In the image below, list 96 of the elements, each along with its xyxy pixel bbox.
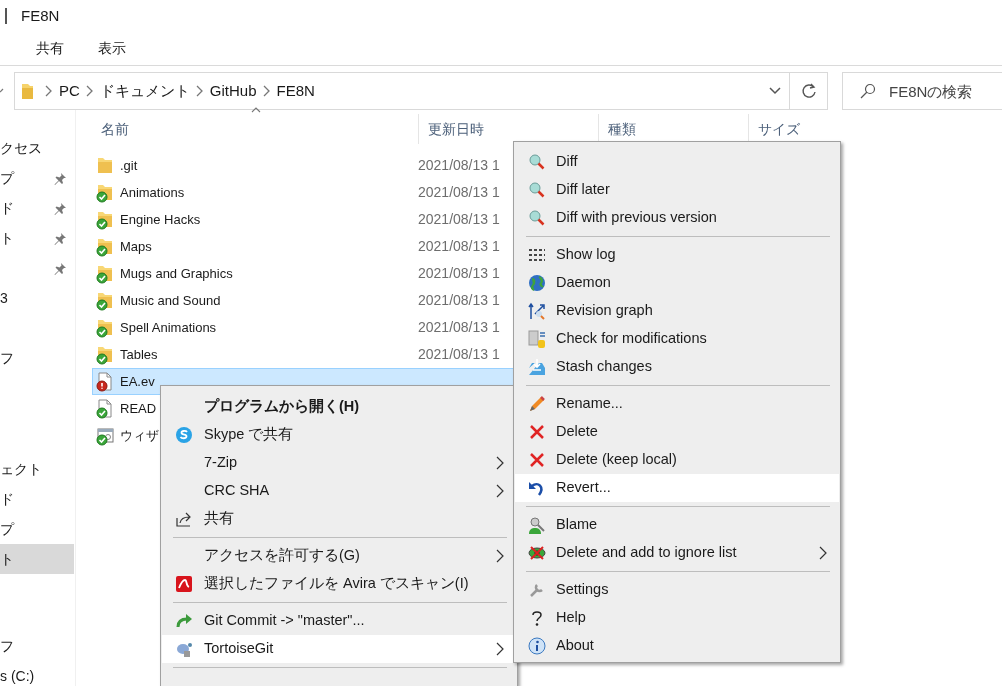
menu-item[interactable]: Skype で共有 — [162, 421, 516, 449]
file-name[interactable]: Music and Sound — [120, 290, 221, 311]
nav-item[interactable]: ト — [0, 227, 14, 249]
graph-icon — [528, 302, 546, 320]
breadcrumb[interactable]: GitHub — [203, 79, 263, 103]
info-icon — [528, 637, 546, 655]
folder-icon — [21, 82, 33, 100]
date-cell-text: 2021/08/13 1 — [417, 210, 500, 229]
menu-item[interactable]: 選択したファイルを Avira でスキャン(I) — [162, 570, 516, 598]
menu-item[interactable]: Check for modifications — [515, 325, 839, 353]
menu-item[interactable]: 共有 — [162, 505, 516, 533]
column-header[interactable]: 名前 — [92, 114, 418, 144]
date-cell-text: 2021/08/13 1 — [417, 183, 500, 202]
menu-item[interactable]: Blame — [515, 511, 839, 539]
ribbon-tab[interactable]: 表示 — [98, 38, 126, 59]
menu-item[interactable]: Delete and add to ignore list — [515, 539, 839, 567]
nav-item[interactable]: ト — [0, 544, 74, 574]
search-field[interactable]: FE8Nの検索 — [842, 72, 1002, 110]
person-icon — [528, 516, 546, 534]
menu-item[interactable]: Diff later — [515, 176, 839, 204]
share-icon — [175, 510, 193, 528]
nav-item[interactable]: 3 — [0, 287, 8, 309]
date-cell-text: 2021/08/13 1 — [417, 237, 500, 256]
nav-item[interactable]: プ — [0, 167, 14, 189]
curved-arrow-icon — [175, 612, 193, 630]
file-name[interactable]: READ — [120, 398, 157, 419]
wrench-icon — [528, 581, 546, 599]
pencil-icon — [528, 395, 546, 413]
document-icon — [528, 330, 546, 348]
magnifier-icon — [528, 209, 546, 227]
menu-item[interactable]: Show log — [515, 241, 839, 269]
address-bar[interactable]: PC ドキュメント GitHub FE8N — [14, 72, 790, 110]
menu-item[interactable]: Settings — [515, 576, 839, 604]
breadcrumb[interactable]: ドキュメント — [93, 79, 196, 103]
nav-item[interactable]: s (C:) — [0, 665, 35, 686]
menu-item[interactable]: Diff — [515, 148, 839, 176]
menu-item[interactable]: CRC SHA — [162, 477, 516, 505]
nav-item[interactable]: ェクト — [0, 458, 42, 480]
menu-item[interactable]: Revert... — [515, 474, 839, 502]
search-icon — [860, 83, 876, 99]
menu-item[interactable]: 7-Zip — [162, 449, 516, 477]
lines-icon — [528, 246, 546, 264]
date-cell-text: 2021/08/13 1 — [417, 156, 500, 175]
file-name[interactable]: Animations — [120, 182, 185, 203]
menu-item[interactable]: Help — [515, 604, 839, 632]
globe-icon — [528, 274, 546, 292]
menu-item[interactable]: Git Commit -> "master"... — [162, 607, 516, 635]
tray-icon — [528, 358, 546, 376]
menu-item[interactable]: About — [515, 632, 839, 660]
refresh-icon — [800, 83, 817, 99]
window-title: FE8N — [21, 5, 60, 26]
breadcrumb[interactable]: FE8N — [270, 79, 321, 103]
file-name[interactable]: Spell Animations — [120, 317, 217, 338]
menu-item[interactable]: TortoiseGit — [162, 635, 516, 663]
circle-icon — [175, 426, 193, 444]
menu-item[interactable]: Revision graph — [515, 297, 839, 325]
dropdown-icon — [769, 87, 781, 95]
chevron-icon — [45, 85, 53, 97]
chevron-icon — [85, 85, 94, 97]
magnifier-icon — [528, 153, 546, 171]
ribbon-tab[interactable]: 共有 — [36, 38, 64, 59]
date-cell-text: 2021/08/13 1 — [417, 345, 500, 364]
menu-item[interactable]: Delete — [515, 418, 839, 446]
menu-item[interactable]: Stash changes — [515, 353, 839, 381]
file-name[interactable]: Tables — [120, 344, 158, 365]
chevron-icon — [195, 85, 204, 97]
menu-item[interactable]: Daemon — [515, 269, 839, 297]
file-name: EA.ev — [120, 372, 155, 391]
file-name[interactable]: Engine Hacks — [120, 209, 201, 230]
square-logo-icon — [175, 575, 193, 593]
magnifier-icon — [528, 181, 546, 199]
file-name[interactable]: Maps — [120, 236, 152, 257]
menu-item[interactable]: Diff with previous version — [515, 204, 839, 232]
file-name[interactable]: .git — [120, 155, 138, 176]
refresh-button[interactable] — [790, 72, 828, 110]
file-name[interactable]: Mugs and Graphics — [120, 263, 233, 284]
undo-arrow-icon — [528, 479, 546, 497]
nav-item[interactable]: ド — [0, 197, 14, 219]
date-cell-text: 2021/08/13 1 — [417, 291, 500, 310]
breadcrumb[interactable]: PC — [53, 79, 86, 103]
eye-cross-icon — [528, 544, 546, 562]
menu-item[interactable]: アクセスを許可する(G) — [162, 542, 516, 570]
menu-item[interactable]: プログラムから開く(H) — [162, 393, 516, 421]
cross-icon — [528, 423, 546, 441]
nav-item[interactable]: プ — [0, 518, 14, 540]
nav-item[interactable]: クセス — [0, 137, 42, 159]
date-cell-text: 2021/08/13 1 — [417, 318, 500, 337]
nav-item[interactable]: ド — [0, 488, 14, 510]
chevron-icon — [262, 85, 271, 97]
nav-item[interactable]: フ — [0, 347, 14, 369]
menu-item[interactable]: Rename... — [515, 390, 839, 418]
file-name[interactable]: ウィザ — [120, 425, 159, 446]
date-cell-text: 2021/08/13 1 — [417, 264, 500, 283]
cross-icon — [528, 451, 546, 469]
menu-item[interactable]: Delete (keep local) — [515, 446, 839, 474]
nav-item[interactable]: フ — [0, 635, 14, 657]
